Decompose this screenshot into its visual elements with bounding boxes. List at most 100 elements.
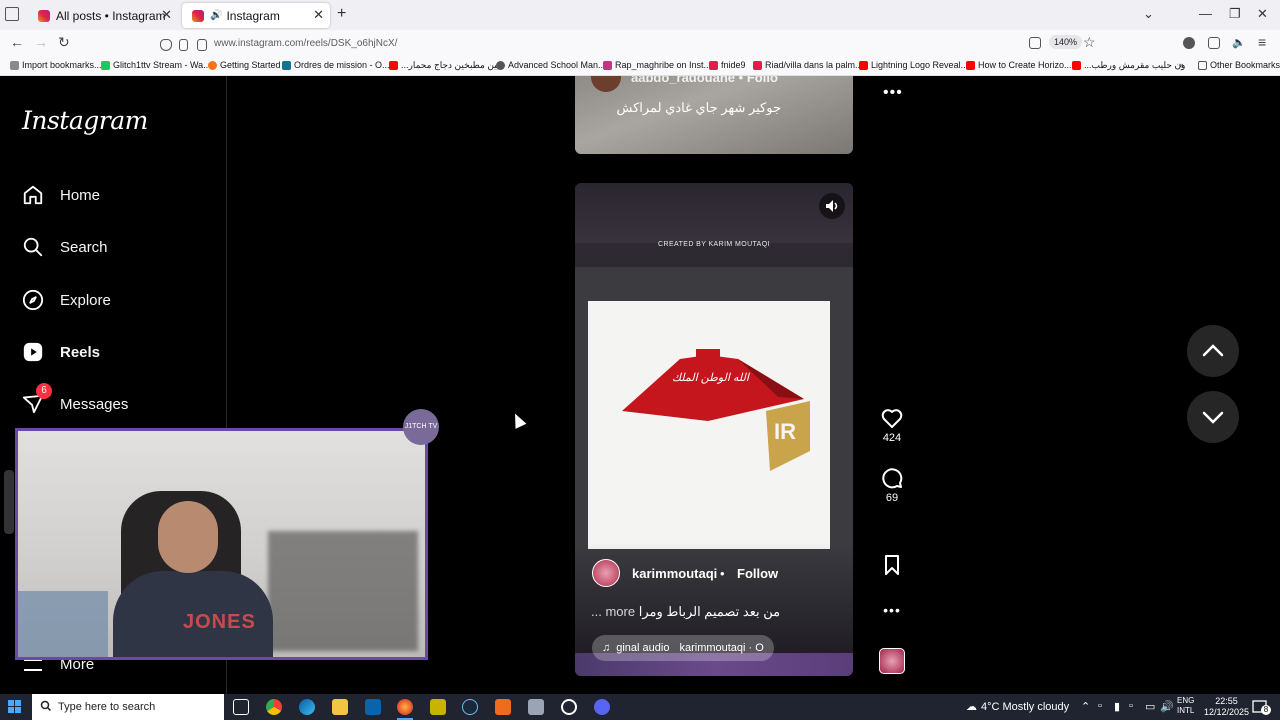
messages-badge: 6 [36, 383, 52, 399]
bookmark-item[interactable]: Advanced School Man... [496, 60, 606, 70]
avatar[interactable] [592, 559, 620, 587]
bookmarks-overflow-icon[interactable]: » [1179, 60, 1184, 70]
obs-icon[interactable] [561, 699, 577, 715]
bookmark-item[interactable]: Getting Started [208, 60, 281, 70]
tray-app-icon[interactable]: ▫ [1129, 700, 1133, 712]
sidebar-item-reels[interactable]: Reels [22, 337, 100, 367]
bookmark-item[interactable]: fnide9 [709, 60, 746, 70]
windows-start-icon[interactable] [8, 700, 22, 714]
zoom-level[interactable]: 140% [1049, 35, 1083, 49]
audio-thumbnail[interactable] [879, 648, 905, 674]
bookmark-item[interactable]: ...ون حليب مقرمش ورطب [1072, 60, 1185, 71]
notification-center-icon[interactable]: 8 [1252, 699, 1271, 715]
url-bar[interactable]: www.instagram.com/reels/DSK_o6hjNcX/ [155, 32, 1105, 54]
restore-button[interactable]: ❐ [1229, 6, 1241, 22]
sidebar-item-home[interactable]: Home [22, 180, 100, 210]
more-options-icon[interactable]: ••• [877, 602, 907, 618]
bookmark-icon [966, 60, 975, 70]
previous-reel[interactable]: aabdo_radouane • Follo جوكير شهر جاي غاد… [575, 76, 853, 154]
bookmark-label: Glitch1ttv Stream - Wa... [113, 60, 211, 70]
forward-button[interactable]: → [34, 34, 48, 50]
tab-all-posts[interactable]: All posts • Instagram ✕ [28, 3, 178, 28]
account-avatar-icon[interactable] [1183, 37, 1195, 49]
task-view-icon[interactable] [233, 699, 249, 715]
permissions-icon[interactable] [197, 39, 207, 51]
outlook-icon[interactable] [365, 699, 381, 715]
tab-instagram[interactable]: 🔊 Instagram ✕ [182, 3, 330, 28]
follow-button[interactable]: Follow [737, 566, 778, 581]
speaker-icon [826, 200, 838, 212]
bookmark-item[interactable]: Glitch1ttv Stream - Wa... [101, 60, 211, 70]
bookmark-icon [496, 60, 505, 70]
caption-more-link[interactable]: ... more [591, 604, 635, 619]
bookmark-item[interactable]: Import bookmarks... [10, 60, 102, 70]
taskbar-clock[interactable]: 22:55 12/12/2025 [1204, 696, 1249, 718]
steam-icon[interactable] [462, 699, 478, 715]
weather-widget[interactable]: ☁ 4°C Mostly cloudy [966, 700, 1069, 714]
close-window-button[interactable]: ✕ [1257, 6, 1268, 22]
bookmark-icon [709, 60, 718, 70]
bookmark-item[interactable]: How to Create Horizo... [966, 60, 1072, 70]
save-button[interactable] [877, 553, 907, 577]
more-options-icon[interactable]: ••• [883, 84, 903, 102]
save-page-icon[interactable] [1029, 37, 1041, 49]
bookmark-star-icon[interactable]: ☆ [1083, 34, 1096, 51]
tray-overflow-icon[interactable]: ⌃ [1081, 700, 1090, 713]
tab-list-chevron-icon[interactable]: ⌄ [1143, 6, 1154, 22]
comment-button[interactable]: 69 [877, 466, 907, 504]
extensions-icon[interactable] [1208, 37, 1220, 49]
file-explorer-icon[interactable] [332, 699, 348, 715]
firefox-icon[interactable] [397, 699, 413, 720]
next-reel-button[interactable] [1187, 391, 1239, 443]
bookmark-item[interactable]: ...بين مطبخين دجاج محمار [389, 60, 499, 71]
bookmark-item[interactable]: Riad/villa dans la palm... [753, 60, 863, 70]
bookmark-item[interactable]: Lightning Logo Reveal... [859, 60, 968, 70]
bookmark-label: Riad/villa dans la palm... [765, 60, 863, 70]
chrome-icon[interactable] [266, 699, 282, 715]
avatar[interactable] [591, 76, 621, 92]
language-indicator[interactable]: ENG INTL [1177, 696, 1194, 716]
network-icon[interactable]: ▭ [1145, 700, 1155, 713]
speaker-icon[interactable]: 🔊 [210, 10, 222, 21]
close-tab-icon[interactable]: ✕ [161, 7, 172, 23]
taskbar-app-icon[interactable] [528, 699, 544, 715]
audio-icon[interactable]: 🔈 [1232, 36, 1246, 49]
url-text[interactable]: www.instagram.com/reels/DSK_o6hjNcX/ [214, 38, 397, 49]
reel-caption[interactable]: ... more من بعد تصميم الرباط ومرا [591, 604, 780, 620]
shield-icon[interactable] [160, 39, 172, 51]
back-button[interactable]: ← [10, 34, 24, 50]
like-button[interactable]: 424 [877, 406, 907, 444]
new-tab-button[interactable]: + [337, 5, 346, 23]
follow-button[interactable]: Follo [747, 76, 778, 85]
minimize-button[interactable]: — [1199, 6, 1212, 21]
volume-icon[interactable]: 🔊 [1160, 700, 1174, 713]
sidebar-item-explore[interactable]: Explore [22, 285, 111, 315]
menu-icon[interactable] [24, 659, 42, 671]
sidebar-item-messages[interactable]: 6 Messages [22, 383, 128, 419]
bookmark-item[interactable]: Other Bookmarks [1198, 60, 1280, 70]
list-all-tabs-icon[interactable] [5, 7, 19, 21]
taskbar-app-icon[interactable] [430, 699, 446, 715]
bookmark-label: Other Bookmarks [1210, 60, 1280, 70]
audio-pill[interactable]: ♫ ginal audio karimmoutaqi · O [592, 635, 774, 661]
taskbar-app-icon[interactable] [495, 699, 511, 715]
reel-video[interactable]: CREATED BY KARIM MOUTAQI الله الوطن المل… [575, 183, 853, 676]
discord-icon[interactable] [594, 699, 610, 715]
microphone-icon[interactable]: ▮ [1114, 700, 1120, 713]
edge-icon[interactable] [299, 699, 315, 715]
volume-button[interactable] [819, 193, 845, 219]
reel-username[interactable]: karimmoutaqi [632, 566, 717, 581]
lock-icon[interactable] [179, 39, 188, 51]
app-menu-icon[interactable]: ≡ [1258, 34, 1266, 50]
bookmark-item[interactable]: Rap_maghribe on Inst... [603, 60, 711, 70]
sidebar-item-search[interactable]: Search [22, 232, 108, 262]
instagram-logo[interactable]: Instagram [22, 106, 148, 135]
previous-reel-button[interactable] [1187, 325, 1239, 377]
music-note-icon: ♫ [602, 642, 611, 654]
bookmark-item[interactable]: Ordres de mission - O... [282, 60, 390, 70]
close-tab-icon[interactable]: ✕ [313, 7, 324, 23]
tray-app-icon[interactable]: ▫ [1098, 700, 1102, 712]
previous-reel-username[interactable]: aabdo_radouane • Follo [631, 76, 778, 85]
reload-button[interactable]: ↻ [58, 34, 70, 51]
taskbar-search[interactable]: Type here to search [32, 694, 224, 720]
